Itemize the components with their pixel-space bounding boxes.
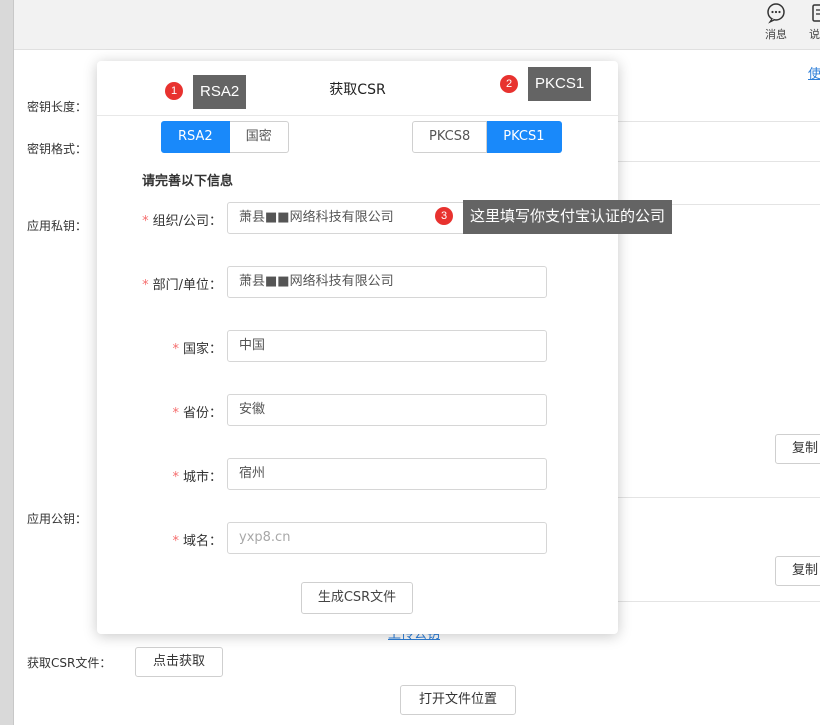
country-row: * 国家： 中国: [97, 330, 618, 362]
annotation-company-hint: 这里填写你支付宝认证的公司: [463, 200, 673, 234]
top-toolbar: 消息 说明: [14, 0, 820, 50]
required-mark: *: [142, 214, 149, 229]
algorithm-option-sm[interactable]: 国密: [229, 121, 289, 153]
annotation-badge-3: 3: [435, 207, 453, 225]
public-key-label: 应用公钥：: [27, 512, 88, 526]
department-input[interactable]: 萧县■■网络科技有限公司: [227, 266, 547, 298]
organization-label: 组织/公司：: [152, 214, 222, 229]
divider-line: [617, 121, 820, 122]
dialog-header-divider: [97, 115, 618, 116]
chat-bubble-icon: [767, 3, 785, 24]
click-get-button[interactable]: 点击获取: [135, 647, 223, 677]
open-file-location-button[interactable]: 打开文件位置: [400, 685, 516, 715]
public-key-box-edge: [617, 497, 820, 498]
get-csr-dialog: 获取CSR X RSA2 国密 PKCS8 PKCS1 请完善以下信息 *组织/…: [97, 61, 618, 634]
annotation-badge-1: 1: [165, 82, 183, 100]
required-mark: *: [142, 278, 149, 293]
country-input[interactable]: 中国: [227, 330, 547, 362]
divider-line: [617, 601, 820, 602]
left-scroll-strip: [0, 0, 14, 725]
format-option-pkcs8[interactable]: PKCS8: [412, 121, 488, 153]
algorithm-option-rsa2[interactable]: RSA2: [161, 121, 230, 153]
province-input[interactable]: 安徽: [227, 394, 547, 426]
annotation-rsa2: RSA2: [193, 75, 247, 109]
department-row: * 部门/单位： 萧县■■网络科技有限公司: [97, 266, 618, 298]
copy-public-key-button[interactable]: 复制: [775, 556, 820, 586]
format-option-pkcs1[interactable]: PKCS1: [487, 121, 562, 153]
guide-link[interactable]: 使: [808, 63, 820, 82]
required-mark: *: [172, 406, 179, 421]
city-row: * 城市： 宿州: [97, 458, 618, 490]
messages-label: 消息: [765, 28, 787, 41]
domain-input[interactable]: yxp8.cn: [227, 522, 547, 554]
domain-label: 域名：: [182, 534, 222, 549]
city-input[interactable]: 宿州: [227, 458, 547, 490]
required-mark: *: [172, 470, 179, 485]
annotation-badge-2: 2: [500, 75, 518, 93]
document-icon: [812, 4, 820, 22]
section-title: 请完善以下信息: [142, 174, 234, 189]
generate-csr-button[interactable]: 生成CSR文件: [301, 582, 413, 614]
copy-private-key-button[interactable]: 复制: [775, 434, 820, 464]
annotation-pkcs1: PKCS1: [528, 67, 592, 101]
key-format-label: 密钥格式：: [27, 142, 88, 156]
domain-row: * 域名： yxp8.cn: [97, 522, 618, 554]
key-length-label: 密钥长度：: [27, 100, 88, 114]
algorithm-selector: RSA2 国密: [161, 121, 289, 153]
key-format-selector: PKCS8 PKCS1: [412, 121, 562, 153]
city-label: 城市：: [182, 470, 222, 485]
divider-line: [617, 161, 820, 162]
required-mark: *: [172, 342, 179, 357]
help-button[interactable]: 说明: [800, 0, 820, 48]
help-label: 说明: [809, 28, 820, 41]
messages-button[interactable]: 消息: [756, 0, 796, 48]
province-row: * 省份： 安徽: [97, 394, 618, 426]
department-label: 部门/单位：: [152, 278, 222, 293]
country-label: 国家：: [182, 342, 222, 357]
get-csr-label: 获取CSR文件：: [27, 656, 112, 670]
required-mark: *: [172, 534, 179, 549]
province-label: 省份：: [182, 406, 222, 421]
private-key-label: 应用私钥：: [27, 219, 88, 233]
